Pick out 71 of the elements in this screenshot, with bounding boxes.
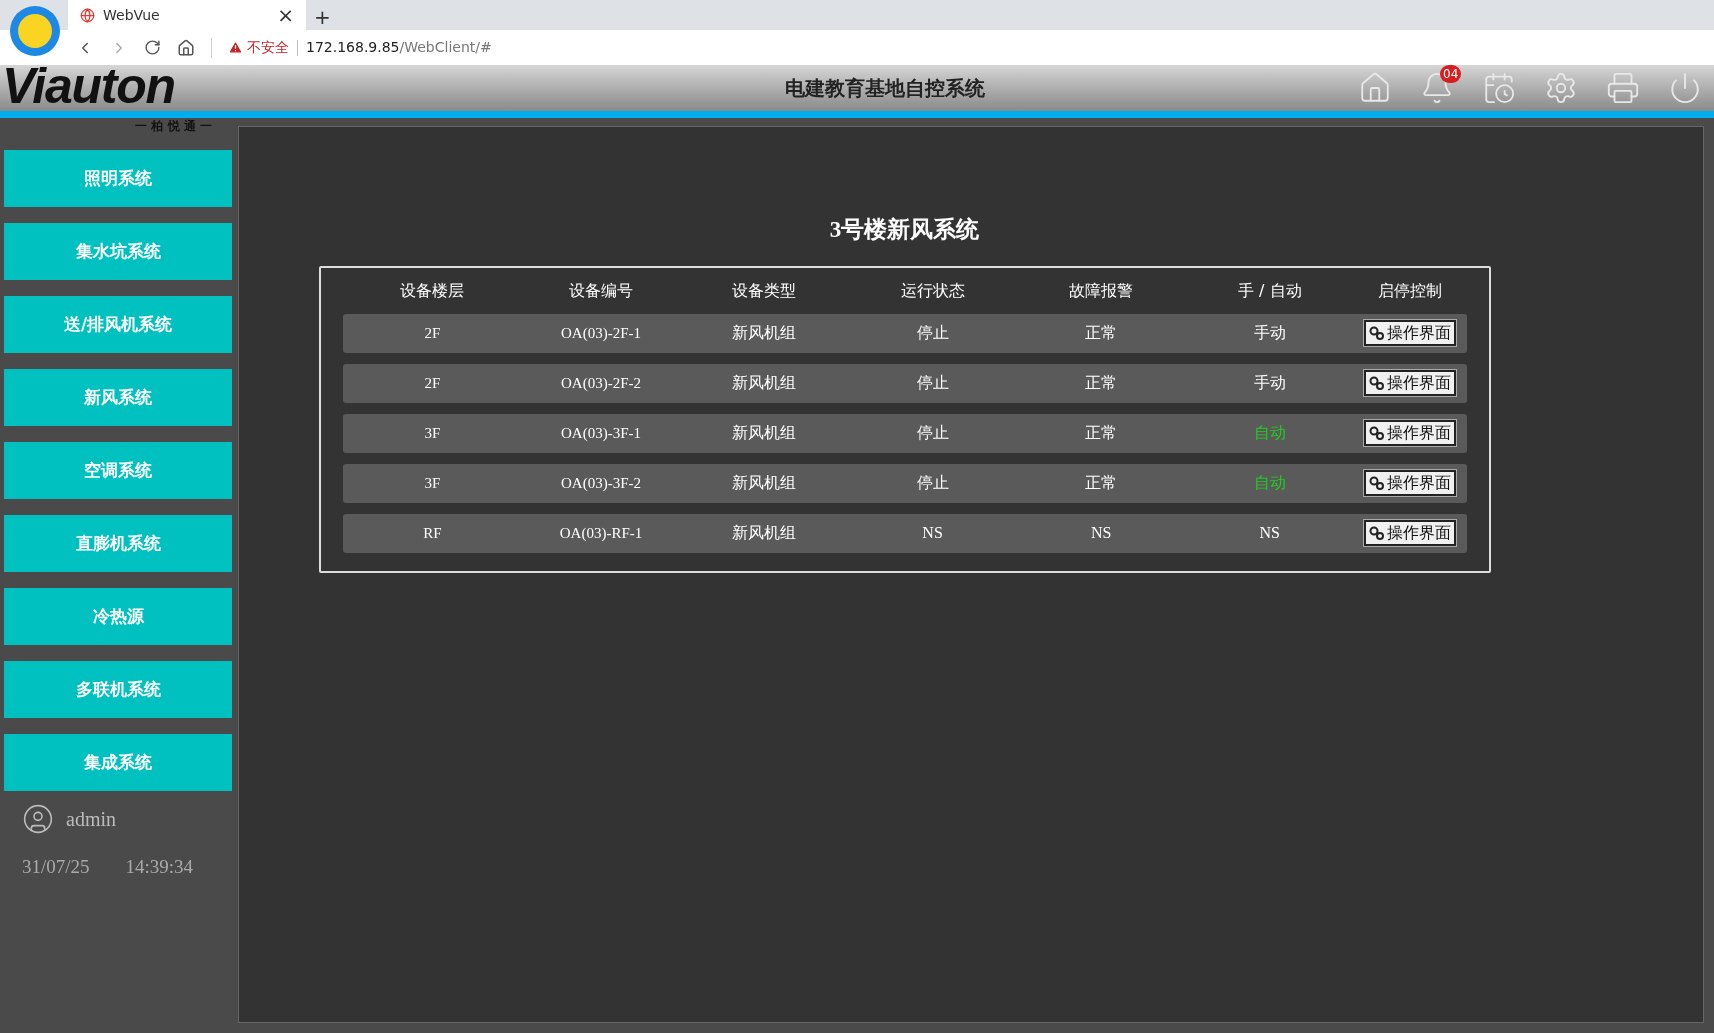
operation-button[interactable]: 操作界面 [1364,520,1457,546]
table-cell-text: 新风机组 [731,522,797,544]
operation-button[interactable]: 操作界面 [1364,420,1457,446]
time-text: 14:39:34 [125,855,194,879]
printer-icon[interactable] [1606,71,1640,105]
table-cell-text: 新风机组 [731,322,797,344]
column-header: 手 / 自动 [1237,279,1303,302]
gears-icon [1369,525,1386,541]
gears-icon [1369,375,1386,391]
table-cell-text: 正常 [1084,373,1119,393]
table-cell-text: 新风机组 [731,472,797,494]
column-header: 运行状态 [899,279,966,302]
column-header: 启停控制 [1377,279,1444,302]
close-tab-button[interactable]: × [277,5,294,25]
reload-icon[interactable] [144,39,161,56]
page-title: 3号楼新风系统 [829,216,980,244]
calendar-icon[interactable] [1482,71,1516,105]
gears-icon [1369,325,1386,341]
column-header: 设备楼层 [399,279,466,302]
table-cell-text: 停止 [915,423,950,443]
table-cell-text: 正常 [1084,473,1119,493]
table-cell-text: 手动 [1252,373,1287,393]
table-cell-text: OA(03)-3F-2 [560,473,642,493]
warning-icon [228,40,243,55]
operation-button[interactable]: 操作界面 [1364,320,1457,346]
table-cell-text: 2F [423,373,442,393]
operation-button[interactable]: 操作界面 [1364,470,1457,496]
operation-button[interactable]: 操作界面 [1364,370,1457,396]
table-cell-text: 正常 [1084,323,1119,343]
power-icon[interactable] [1668,71,1702,105]
table-cell-text: NS [921,523,944,543]
column-header: 设备类型 [731,279,797,302]
table-cell-text: OA(03)-RF-1 [558,523,644,543]
gears-icon [1369,425,1386,441]
settings-icon[interactable] [1544,71,1578,105]
header-title: 电建教育基地自控系统 [785,75,985,102]
column-header: 故障报警 [1068,279,1135,302]
table-cell-text: 停止 [915,323,950,343]
table-cell-text: 2F [423,323,442,343]
column-header: 设备编号 [568,279,634,302]
url-field[interactable]: 172.168.9.85/WebClient/# [306,37,492,58]
table-cell-text: 3F [423,473,442,493]
globe-icon [80,7,95,23]
tab-title: WebVue [103,5,161,25]
table-cell-text: 自动 [1252,423,1287,443]
table-cell-text: 新风机组 [731,372,797,394]
table-cell-text: NS [1258,523,1281,543]
table-cell-text: 手动 [1252,323,1287,343]
table-cell-text: OA(03)-2F-1 [560,323,642,343]
date-text: 31/07/25 [22,855,90,879]
table-cell-text: OA(03)-2F-2 [560,373,642,393]
user-name: admin [66,807,116,832]
table-cell-text: 新风机组 [731,422,797,444]
company-logo: Viauton [2,61,175,111]
browser-logo[interactable] [10,6,60,56]
table-cell-text: 正常 [1084,423,1119,443]
notification-badge: 04 [1440,65,1462,83]
new-tab-button[interactable]: + [314,7,331,27]
security-label: 不安全 [247,38,289,57]
table-cell-text: NS [1089,523,1113,543]
table-cell-text: OA(03)-3F-1 [560,423,642,443]
table-cell-text: RF [422,523,443,543]
table-cell-text: 停止 [915,373,950,393]
browser-tab[interactable]: WebVue × [68,0,306,30]
table-cell-text: 停止 [915,473,950,493]
home-icon[interactable] [177,38,195,57]
gears-icon [1369,475,1386,491]
logo-subtitle: 一 柏 悦 通 一 [135,118,212,134]
user-icon [22,803,54,835]
table-cell-text: 3F [423,423,442,443]
table-cell-text: 自动 [1252,473,1287,493]
